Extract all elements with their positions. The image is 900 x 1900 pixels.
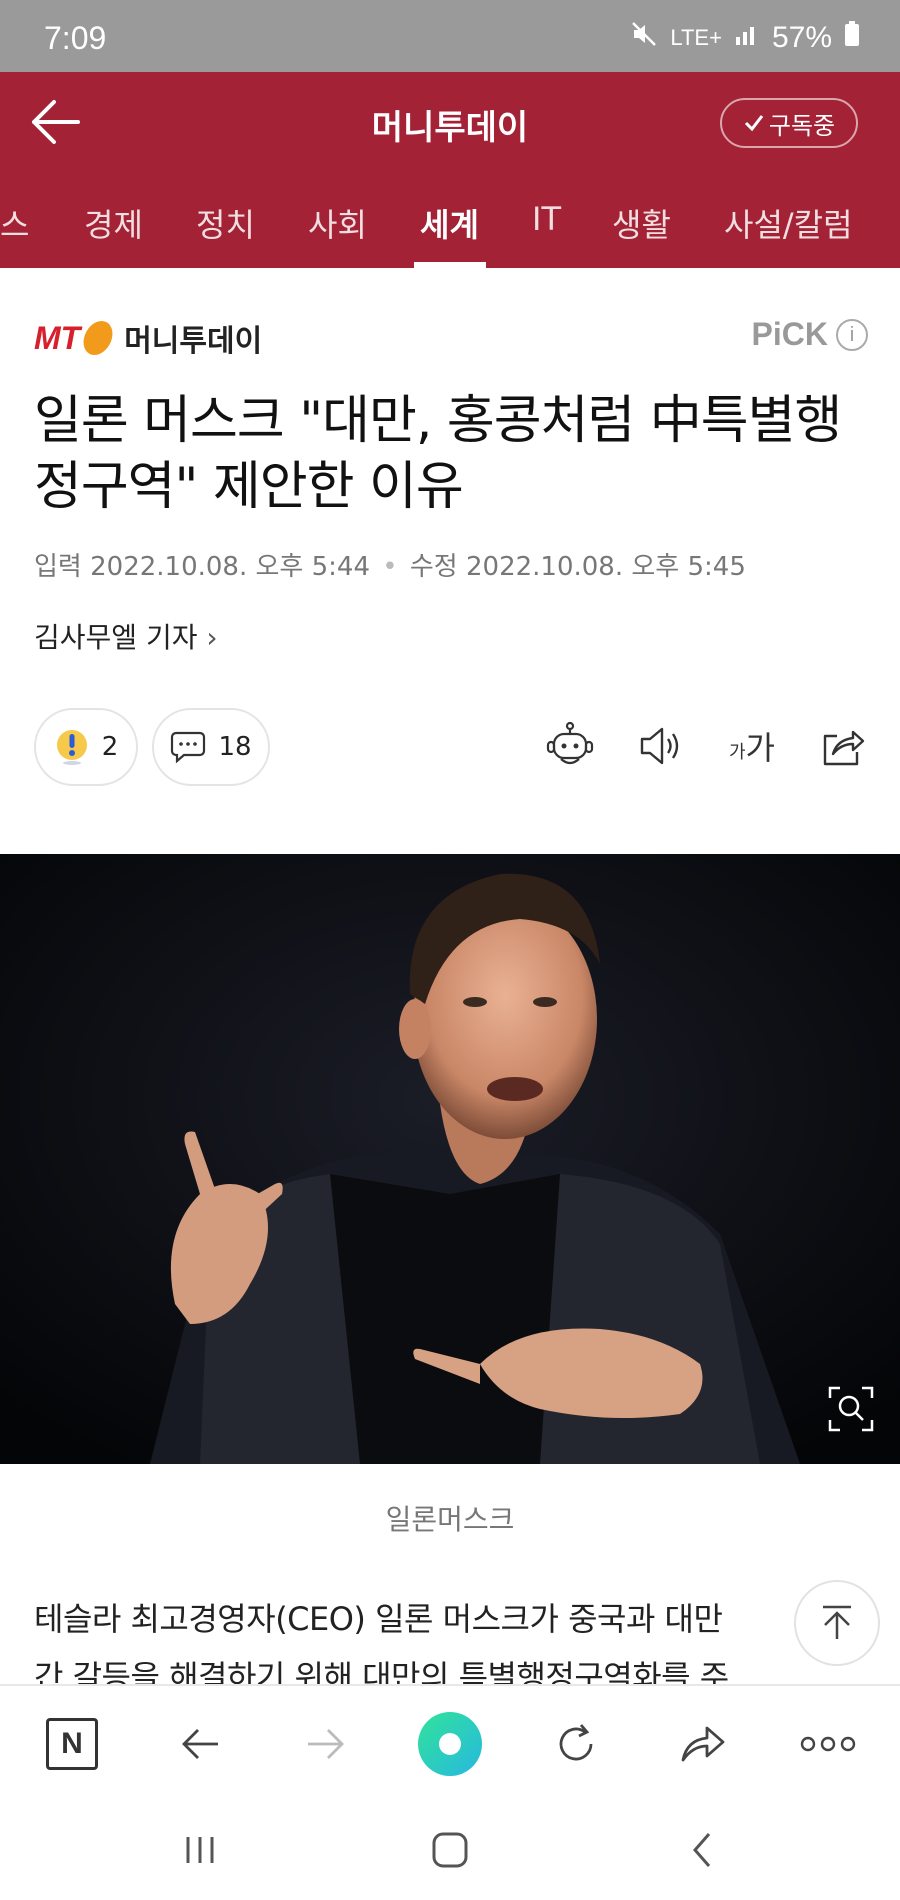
active-tab-indicator bbox=[414, 262, 486, 268]
reaction-button[interactable]: 2 bbox=[34, 708, 138, 786]
status-indicators: LTE+ 57% bbox=[630, 20, 860, 56]
photo-illustration bbox=[0, 854, 900, 1464]
battery-percent: 57% bbox=[771, 21, 832, 54]
text-to-speech-button[interactable] bbox=[632, 718, 688, 774]
recent-apps-button[interactable] bbox=[170, 1822, 230, 1878]
article-photo[interactable] bbox=[0, 854, 900, 1464]
arrow-right-icon bbox=[308, 1729, 344, 1759]
more-dots-icon bbox=[800, 1736, 856, 1752]
green-dot-icon bbox=[418, 1712, 482, 1776]
share-page-button[interactable] bbox=[670, 1712, 734, 1776]
forward-share-icon bbox=[681, 1726, 725, 1762]
zoom-image-icon bbox=[828, 1386, 874, 1432]
check-icon bbox=[744, 115, 764, 132]
tab-opinion[interactable]: 사설/칼럼 bbox=[724, 200, 853, 246]
logo-mt: MT bbox=[34, 319, 81, 356]
naver-n-icon: N bbox=[46, 1718, 98, 1770]
recent-apps-icon bbox=[186, 1837, 214, 1863]
reaction-count: 2 bbox=[101, 732, 119, 762]
summary-bot-button[interactable] bbox=[542, 718, 598, 774]
home-square-icon bbox=[432, 1832, 468, 1868]
refresh-button[interactable] bbox=[544, 1712, 608, 1776]
font-size-button[interactable]: 가 가 bbox=[722, 718, 782, 774]
article-headline: 일론 머스크 "대만, 홍콩처럼 中특별행정구역" 제안한 이유 bbox=[34, 391, 842, 517]
press-name: 머니투데이 bbox=[124, 324, 263, 359]
comment-count: 18 bbox=[218, 732, 252, 762]
author-link[interactable]: 김사무엘 기자 › bbox=[34, 616, 218, 656]
date-separator: • bbox=[382, 552, 398, 582]
more-button[interactable] bbox=[796, 1712, 860, 1776]
status-bar: 7:09 LTE+ 57% bbox=[0, 0, 900, 72]
share-icon bbox=[823, 730, 865, 766]
comment-button[interactable]: 18 bbox=[152, 708, 270, 786]
signal-icon bbox=[734, 21, 760, 55]
exclamation-bubble-icon bbox=[56, 730, 87, 765]
refresh-icon bbox=[559, 1724, 593, 1761]
robot-summary-icon bbox=[546, 721, 594, 765]
app-header: 머니투데이 구독중 bbox=[0, 72, 900, 172]
zoom-image-button[interactable] bbox=[826, 1384, 876, 1434]
subscribe-button[interactable]: 구독중 bbox=[720, 98, 858, 148]
edit-label: 수정 bbox=[409, 552, 458, 582]
chevron-left-icon bbox=[693, 1833, 711, 1867]
edit-date: 2022.10.08. 오후 5:45 bbox=[465, 552, 746, 582]
info-icon: i bbox=[836, 318, 868, 351]
author-name: 김사무엘 기자 bbox=[34, 621, 198, 654]
tab-world[interactable]: 세계 bbox=[420, 200, 479, 246]
naver-home-button[interactable]: N bbox=[40, 1712, 104, 1776]
mute-icon bbox=[630, 20, 658, 56]
chevron-right-icon: › bbox=[206, 621, 218, 654]
article-dates: 입력 2022.10.08. 오후 5:44 • 수정 2022.10.08. … bbox=[34, 546, 746, 583]
green-dot-button[interactable] bbox=[416, 1710, 484, 1778]
category-nav: 스 경제 정치 사회 세계 IT 생활 사설/칼럼 bbox=[0, 172, 900, 268]
home-button[interactable] bbox=[420, 1822, 480, 1878]
font-large-label: 가 bbox=[745, 729, 775, 767]
arrow-left-icon bbox=[182, 1729, 218, 1759]
scroll-top-button[interactable] bbox=[794, 1580, 880, 1666]
press-logo[interactable]: MT 머니투데이 bbox=[34, 316, 262, 360]
subscribe-label: 구독중 bbox=[768, 111, 836, 140]
input-label: 입력 bbox=[34, 552, 82, 582]
share-button[interactable] bbox=[814, 718, 870, 774]
font-small-label: 가 bbox=[728, 742, 746, 763]
tab-economy[interactable]: 경제 bbox=[84, 200, 143, 246]
battery-icon bbox=[844, 20, 860, 56]
status-time: 7:09 bbox=[44, 20, 107, 56]
body-line: 테슬라 최고경영자(CEO) 일론 머스크가 중국과 대만 bbox=[34, 1600, 723, 1638]
photo-caption: 일론머스크 bbox=[385, 1503, 515, 1536]
comment-icon bbox=[171, 731, 206, 764]
speaker-icon bbox=[640, 727, 679, 765]
tab-society[interactable]: 사회 bbox=[308, 200, 367, 246]
tab-politics[interactable]: 정치 bbox=[196, 200, 255, 246]
network-label: LTE+ bbox=[670, 25, 722, 50]
tab-it[interactable]: IT bbox=[532, 200, 561, 238]
pick-label: PiCK bbox=[751, 316, 828, 352]
arrow-up-icon bbox=[823, 1605, 851, 1639]
system-back-button[interactable] bbox=[672, 1822, 732, 1878]
browser-toolbar: N bbox=[0, 1684, 900, 1800]
logo-o-mark bbox=[80, 321, 116, 355]
system-nav-bar bbox=[0, 1800, 900, 1900]
tab-life[interactable]: 생활 bbox=[612, 200, 671, 246]
input-date: 2022.10.08. 오후 5:44 bbox=[90, 552, 370, 582]
browser-forward-button[interactable] bbox=[294, 1712, 358, 1776]
tab-partial[interactable]: 스 bbox=[0, 200, 29, 246]
browser-back-button[interactable] bbox=[168, 1712, 232, 1776]
naver-n-letter: N bbox=[61, 1727, 83, 1760]
pick-badge[interactable]: PiCK i bbox=[752, 316, 868, 353]
